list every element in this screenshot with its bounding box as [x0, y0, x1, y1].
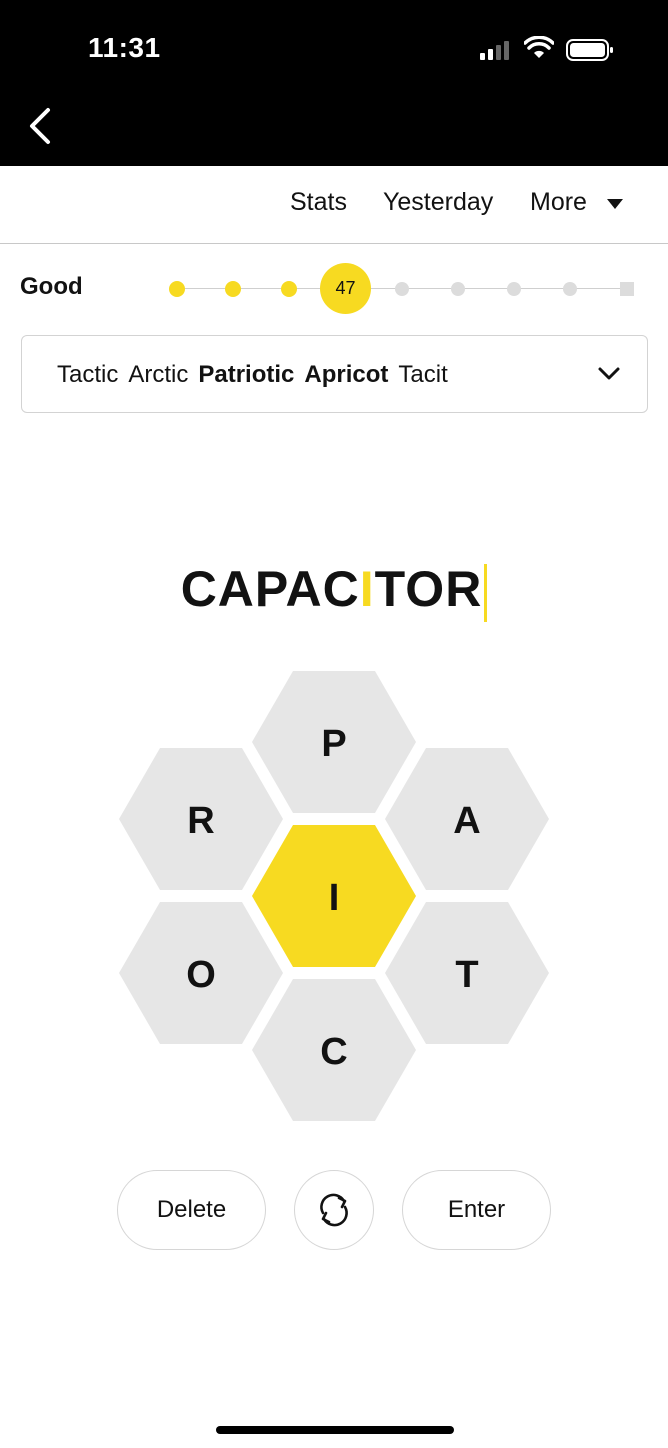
progress-dot	[563, 282, 577, 296]
progress-dot	[225, 281, 241, 297]
outer-letter-cell[interactable]: P	[252, 671, 416, 813]
hex-cell-letter: T	[455, 954, 478, 996]
chevron-left-icon[interactable]	[24, 104, 58, 148]
delete-button[interactable]: Delete	[117, 1170, 266, 1250]
found-word: Apricot	[304, 361, 389, 388]
outer-letter-cell[interactable]: O	[119, 902, 283, 1044]
outer-letter-cell[interactable]: R	[119, 748, 283, 890]
input-letters-before: CAPAC	[180, 561, 360, 617]
enter-button[interactable]: Enter	[402, 1170, 551, 1250]
hex-cell-letter: O	[186, 954, 216, 996]
word-input: CAPACITOR	[0, 560, 668, 624]
progress-dot	[169, 281, 185, 297]
rank-label: Good	[20, 273, 83, 300]
progress-dot	[620, 282, 634, 296]
game-menu: Stats Yesterday More	[0, 166, 668, 244]
input-center-letter: I	[359, 561, 375, 617]
letter-hive: P A T C O R I	[118, 668, 550, 1124]
input-letters-after: TOR	[374, 561, 483, 617]
progress-dot	[451, 282, 465, 296]
score-badge: 47	[320, 263, 371, 314]
progress-dot	[395, 282, 409, 296]
more-menu[interactable]: More	[530, 188, 587, 217]
shuffle-button[interactable]	[294, 1170, 374, 1250]
stats-link[interactable]: Stats	[290, 188, 347, 217]
caret-down-icon[interactable]	[606, 198, 624, 210]
found-word: Arctic	[128, 361, 189, 388]
status-time: 11:31	[88, 32, 161, 63]
home-indicator	[216, 1426, 454, 1434]
found-word: Tacit	[398, 361, 448, 388]
hex-cell-letter: P	[321, 723, 346, 765]
outer-letter-cell[interactable]: C	[252, 979, 416, 1121]
found-words-list: Tactic Arctic Patriotic Apricot Tacit	[57, 361, 458, 389]
text-cursor	[484, 564, 488, 622]
outer-letter-cell[interactable]: A	[385, 748, 549, 890]
hex-cell-letter: I	[329, 877, 340, 919]
hex-cell-letter: A	[453, 800, 480, 842]
progress-dot	[281, 281, 297, 297]
progress-dot	[507, 282, 521, 296]
found-words-dropdown[interactable]: Tactic Arctic Patriotic Apricot Tacit	[21, 335, 648, 413]
wifi-icon	[524, 36, 554, 58]
yesterday-link[interactable]: Yesterday	[383, 188, 493, 217]
cellular-signal-icon	[480, 41, 509, 60]
hex-cell-letter: R	[187, 800, 214, 842]
outer-letter-cell[interactable]: T	[385, 902, 549, 1044]
battery-icon	[566, 39, 613, 61]
shuffle-icon	[320, 1193, 348, 1227]
top-bar: 11:31	[0, 0, 668, 166]
center-letter-cell[interactable]: I	[252, 825, 416, 967]
found-word: Tactic	[57, 361, 119, 388]
chevron-down-icon	[598, 367, 620, 380]
hex-cell-letter: C	[320, 1031, 347, 1073]
found-word: Patriotic	[198, 361, 295, 388]
